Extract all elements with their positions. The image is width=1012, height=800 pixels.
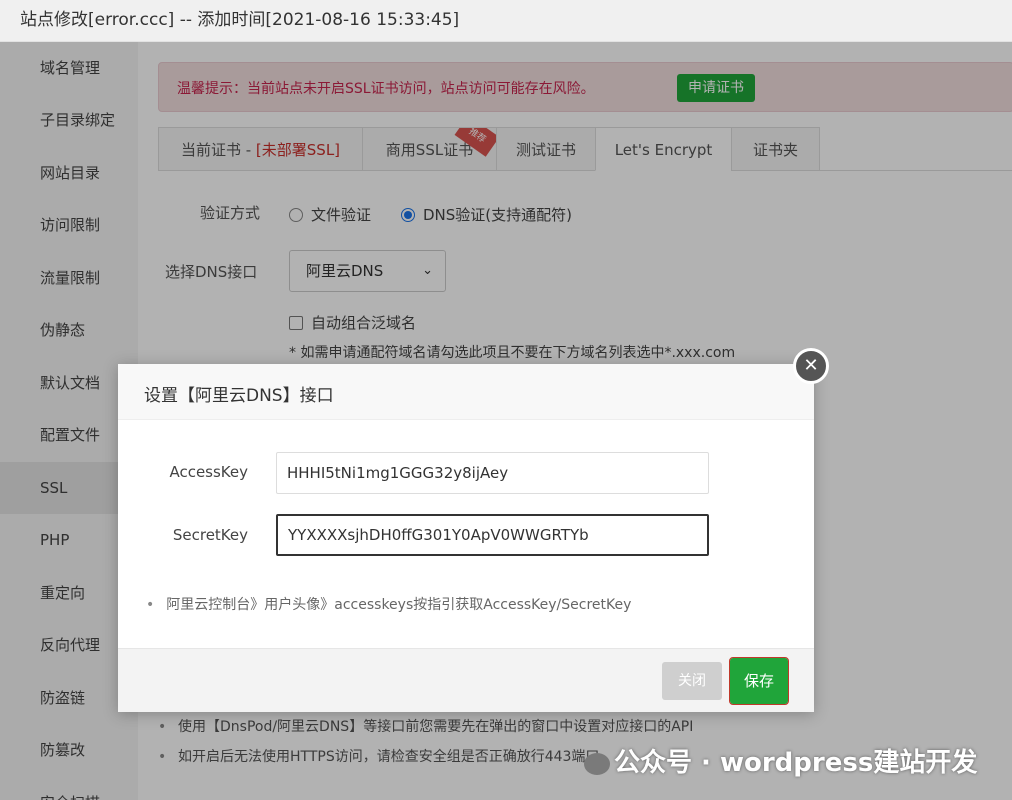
- dialog-header: 设置【阿里云DNS】接口: [118, 364, 814, 420]
- secret-key-input[interactable]: YYXXXXsjhDH0ffG301Y0ApV0WWGRTYb: [276, 514, 709, 556]
- secret-key-label: SecretKey: [172, 526, 248, 544]
- api-key-tip: 阿里云控制台》用户头像》accesskeys按指引获取AccessKey/Sec…: [146, 594, 631, 614]
- window-title: 站点修改[error.ccc] -- 添加时间[2021-08-16 15:33…: [20, 10, 460, 30]
- dialog-title: 设置【阿里云DNS】接口: [144, 386, 334, 406]
- dialog-footer: 关闭 保存: [118, 648, 814, 712]
- watermark-text: 公众号 · wordpress建站开发: [614, 748, 978, 778]
- access-key-input[interactable]: HHHI5tNi1mg1GGG32y8ijAey: [276, 452, 709, 494]
- close-button[interactable]: 关闭: [662, 662, 722, 700]
- save-button[interactable]: 保存: [729, 657, 789, 705]
- dns-api-dialog: 设置【阿里云DNS】接口 AccessKey HHHI5tNi1mg1GGG32…: [118, 364, 814, 712]
- access-key-label: AccessKey: [169, 463, 248, 481]
- watermark: 公众号 · wordpress建站开发: [584, 742, 977, 779]
- wechat-icon: [584, 752, 610, 775]
- close-icon[interactable]: ✕: [793, 348, 829, 384]
- window-titlebar: 站点修改[error.ccc] -- 添加时间[2021-08-16 15:33…: [0, 0, 1012, 42]
